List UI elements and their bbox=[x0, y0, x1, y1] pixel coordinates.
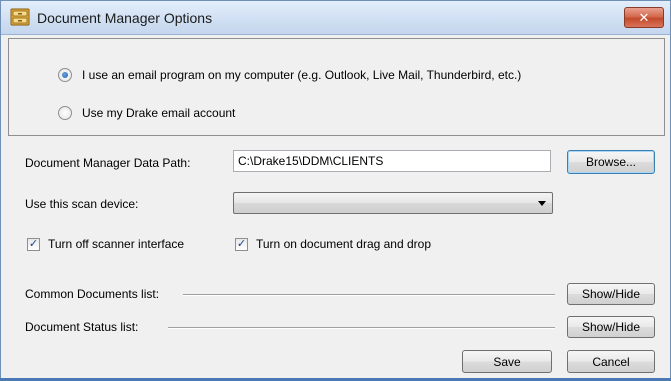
document-status-divider bbox=[168, 327, 555, 329]
drag-drop-label: Turn on document drag and drop bbox=[256, 237, 432, 251]
document-manager-app-icon bbox=[10, 7, 30, 27]
close-button[interactable]: ✕ bbox=[624, 7, 664, 28]
close-icon: ✕ bbox=[638, 9, 650, 25]
data-path-label: Document Manager Data Path: bbox=[25, 156, 191, 170]
cancel-button[interactable]: Cancel bbox=[567, 350, 655, 373]
radio-drake-email-label: Use my Drake email account bbox=[82, 106, 236, 120]
drag-drop-checkbox-row[interactable]: ✓ Turn on document drag and drop bbox=[235, 237, 431, 251]
cancel-button-label: Cancel bbox=[592, 354, 630, 369]
scan-device-select[interactable] bbox=[233, 192, 553, 214]
document-manager-options-dialog: Document Manager Options ✕ I use an emai… bbox=[0, 0, 671, 381]
common-documents-label: Common Documents list: bbox=[25, 287, 160, 301]
save-button-label: Save bbox=[493, 354, 521, 369]
email-options-panel: I use an email program on my computer (e… bbox=[8, 38, 665, 136]
scanner-interface-label: Turn off scanner interface bbox=[48, 237, 185, 251]
radio-option-local-email[interactable]: I use an email program on my computer (e… bbox=[58, 68, 521, 82]
title-bar[interactable]: Document Manager Options ✕ bbox=[1, 1, 670, 35]
common-documents-show-hide-label: Show/Hide bbox=[581, 287, 641, 301]
radio-drake-email-button[interactable] bbox=[58, 106, 72, 120]
radio-option-drake-email[interactable]: Use my Drake email account bbox=[58, 106, 235, 120]
scan-device-label: Use this scan device: bbox=[25, 197, 139, 211]
browse-button[interactable]: Browse... bbox=[567, 150, 655, 174]
scanner-interface-checkbox-row[interactable]: ✓ Turn off scanner interface bbox=[27, 237, 184, 251]
window-title: Document Manager Options bbox=[37, 10, 213, 26]
data-path-input[interactable] bbox=[233, 150, 551, 172]
save-button[interactable]: Save bbox=[462, 350, 552, 373]
document-status-show-hide-button[interactable]: Show/Hide bbox=[567, 316, 655, 338]
common-documents-show-hide-button[interactable]: Show/Hide bbox=[567, 283, 655, 305]
document-status-show-hide-label: Show/Hide bbox=[581, 320, 641, 334]
radio-local-email-label: I use an email program on my computer (e… bbox=[82, 68, 522, 82]
document-status-label: Document Status list: bbox=[25, 320, 139, 334]
radio-local-email-button[interactable] bbox=[58, 68, 72, 82]
browse-button-label: Browse... bbox=[585, 155, 636, 169]
common-documents-divider bbox=[183, 294, 555, 296]
scanner-interface-checkbox[interactable]: ✓ bbox=[27, 237, 40, 251]
chevron-down-icon bbox=[538, 201, 546, 206]
drag-drop-checkbox[interactable]: ✓ bbox=[235, 237, 248, 251]
